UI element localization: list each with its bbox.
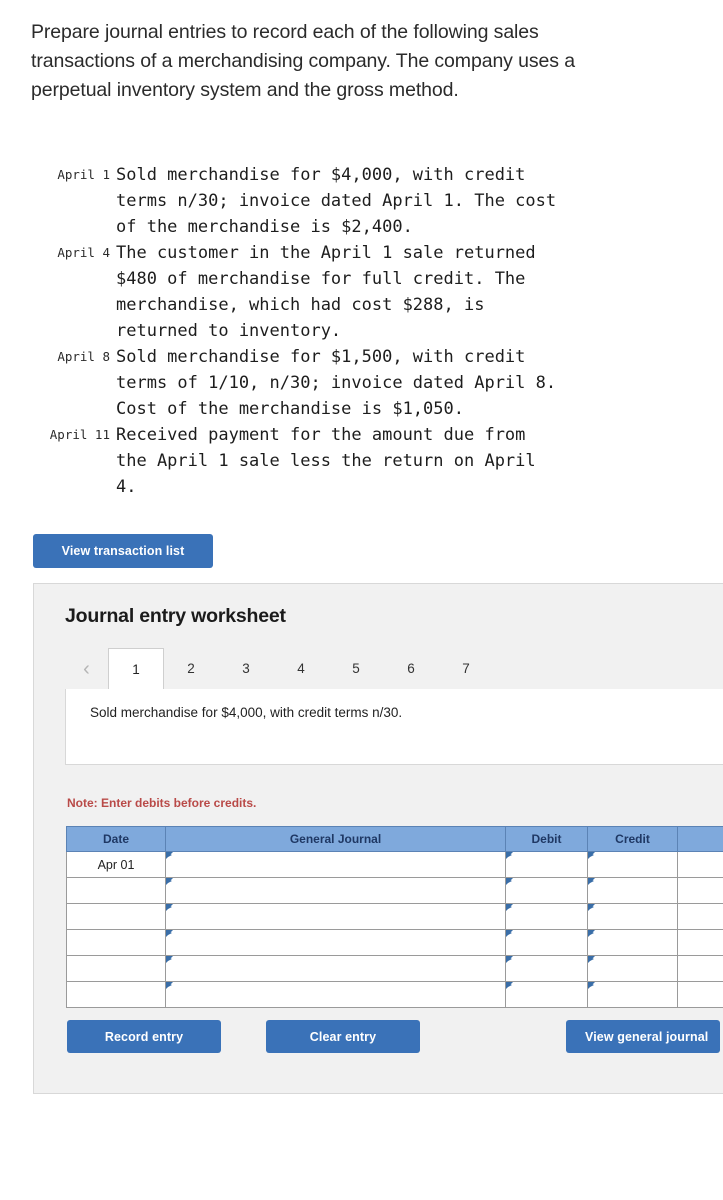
transaction-item: April 8 Sold merchandise for $1,500, wit… — [31, 344, 671, 422]
cell-extra — [677, 955, 723, 982]
entry-description-box: Sold merchandise for $4,000, with credit… — [65, 689, 723, 765]
cell-date[interactable] — [66, 955, 166, 982]
tab-2[interactable]: 2 — [163, 648, 219, 689]
chevron-left-icon[interactable]: ‹ — [65, 648, 108, 689]
view-general-journal-button[interactable]: View general journal — [566, 1020, 720, 1053]
worksheet-title: Journal entry worksheet — [65, 605, 286, 627]
tab-5[interactable]: 5 — [328, 648, 384, 689]
instructions-paragraph: Prepare journal entries to record each o… — [31, 21, 576, 101]
transaction-list: April 1 Sold merchandise for $4,000, wit… — [31, 162, 671, 500]
cell-debit[interactable] — [505, 877, 588, 904]
tab-4[interactable]: 4 — [273, 648, 329, 689]
entry-description-text: Sold merchandise for $4,000, with credit… — [90, 705, 403, 720]
tab-7[interactable]: 7 — [438, 648, 494, 689]
cell-debit[interactable] — [505, 903, 588, 930]
cell-date[interactable] — [66, 929, 166, 956]
debits-before-credits-note: Note: Enter debits before credits. — [67, 796, 257, 810]
cell-extra — [677, 981, 723, 1008]
worksheet-tab-strip: ‹ 1 2 3 4 5 6 7 — [65, 648, 723, 690]
transaction-date: April 1 — [57, 167, 110, 182]
column-header-credit: Credit — [587, 826, 678, 852]
transaction-date: April 4 — [57, 245, 110, 260]
journal-entry-table: Date General Journal Debit Credit Apr 01 — [66, 826, 723, 1008]
cell-general-journal[interactable] — [165, 903, 506, 930]
cell-extra — [677, 851, 723, 878]
cell-debit[interactable] — [505, 851, 588, 878]
cell-extra — [677, 877, 723, 904]
cell-debit[interactable] — [505, 981, 588, 1008]
tab-1[interactable]: 1 — [108, 648, 164, 690]
view-transaction-list-button[interactable]: View transaction list — [33, 534, 213, 568]
table-row — [66, 981, 723, 1008]
transaction-item: April 4 The customer in the April 1 sale… — [31, 240, 671, 344]
cell-general-journal[interactable] — [165, 955, 506, 982]
column-header-debit: Debit — [505, 826, 588, 852]
cell-general-journal[interactable] — [165, 929, 506, 956]
transaction-item: April 1 Sold merchandise for $4,000, wit… — [31, 162, 671, 240]
transaction-date: April 8 — [57, 349, 110, 364]
transaction-date: April 11 — [49, 427, 110, 442]
table-row: Apr 01 — [66, 851, 723, 878]
table-row — [66, 955, 723, 982]
cell-credit[interactable] — [587, 903, 678, 930]
column-header-extra — [677, 826, 723, 852]
cell-debit[interactable] — [505, 955, 588, 982]
tab-3[interactable]: 3 — [218, 648, 274, 689]
cell-credit[interactable] — [587, 877, 678, 904]
transaction-description: Received payment for the amount due from… — [116, 425, 536, 497]
cell-general-journal[interactable] — [165, 981, 506, 1008]
cell-credit[interactable] — [587, 981, 678, 1008]
cell-debit[interactable] — [505, 929, 588, 956]
cell-date[interactable]: Apr 01 — [66, 851, 166, 878]
table-header-row: Date General Journal Debit Credit — [66, 826, 723, 852]
cell-general-journal[interactable] — [165, 877, 506, 904]
cell-date[interactable] — [66, 903, 166, 930]
cell-extra — [677, 929, 723, 956]
table-row — [66, 877, 723, 904]
cell-extra — [677, 903, 723, 930]
tab-6[interactable]: 6 — [383, 648, 439, 689]
tab-strip-filler — [493, 648, 723, 689]
cell-general-journal[interactable] — [165, 851, 506, 878]
table-row — [66, 903, 723, 930]
transaction-description: Sold merchandise for $1,500, with credit… — [116, 347, 557, 419]
cell-credit[interactable] — [587, 929, 678, 956]
cell-credit[interactable] — [587, 851, 678, 878]
clear-entry-button[interactable]: Clear entry — [266, 1020, 420, 1053]
cell-date[interactable] — [66, 877, 166, 904]
record-entry-button[interactable]: Record entry — [67, 1020, 221, 1053]
column-header-general-journal: General Journal — [165, 826, 506, 852]
transaction-item: April 11 Received payment for the amount… — [31, 422, 671, 500]
transaction-description: Sold merchandise for $4,000, with credit… — [116, 165, 557, 237]
cell-date[interactable] — [66, 981, 166, 1008]
table-row — [66, 929, 723, 956]
cell-credit[interactable] — [587, 955, 678, 982]
column-header-date: Date — [66, 826, 166, 852]
transaction-description: The customer in the April 1 sale returne… — [116, 243, 536, 341]
journal-entry-worksheet-panel: Journal entry worksheet ‹ 1 2 3 4 5 6 7 … — [33, 583, 723, 1094]
